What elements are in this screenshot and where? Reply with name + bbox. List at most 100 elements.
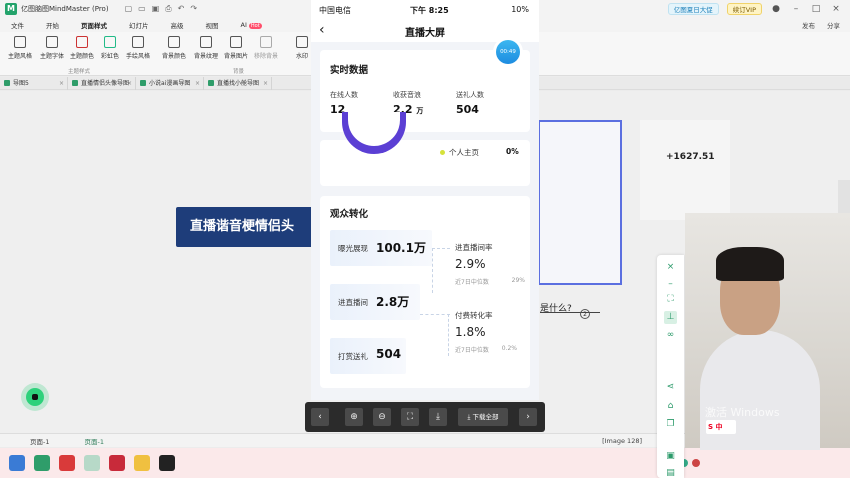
theme-style-button[interactable]: 主题风格 xyxy=(2,36,38,60)
publish-button[interactable]: 发布 xyxy=(802,20,815,30)
app-task-icon[interactable] xyxy=(159,455,175,471)
menu-page-style[interactable]: 页面样式 xyxy=(70,20,118,33)
remove-bg-button[interactable]: 移除背景 xyxy=(248,36,284,60)
app-task-icon[interactable] xyxy=(84,455,100,471)
hot-badge: Hot xyxy=(248,23,262,29)
menu-ai-label: AI xyxy=(240,21,247,29)
share-button[interactable]: 分享 xyxy=(827,20,840,30)
tool-label: 背景图片 xyxy=(223,53,248,60)
live-timer-badge[interactable]: 00:49 xyxy=(496,40,520,64)
prev-image-icon[interactable]: ‹ xyxy=(311,408,329,426)
menu-advanced[interactable]: 高级 xyxy=(160,20,195,30)
summer-sale-button[interactable]: 亿图夏日大促 xyxy=(667,3,719,15)
phone-time: 下午 8:25 xyxy=(410,6,449,15)
book-icon[interactable]: ▤ xyxy=(664,467,677,478)
undo-icon[interactable]: ↶ xyxy=(178,4,185,14)
fit-screen-icon[interactable]: ⛶ xyxy=(401,408,419,426)
image-label: [Image 128] xyxy=(602,436,642,445)
tool-label: 主题风格 xyxy=(7,53,32,60)
tray-icon[interactable] xyxy=(692,459,700,467)
taskbar xyxy=(0,448,850,478)
app-logo-icon: M xyxy=(5,3,17,15)
carrier: 中国电信 xyxy=(319,6,351,15)
open-folder-icon[interactable]: ▭ xyxy=(138,4,146,14)
app-task-icon[interactable] xyxy=(109,455,125,471)
image-icon[interactable]: ▣ xyxy=(664,450,677,463)
renew-vip-button[interactable]: 续订VIP xyxy=(726,3,762,15)
bg-color-button[interactable]: 背景颜色 xyxy=(156,36,192,60)
minimize-icon[interactable]: – xyxy=(790,4,802,14)
maximize-icon[interactable]: □ xyxy=(810,4,822,14)
font-icon xyxy=(46,36,58,48)
pin-icon[interactable]: ⊥ xyxy=(664,311,677,324)
phone-nav-bar: ‹ 直播大屏 xyxy=(311,20,539,42)
mindmap-file-icon xyxy=(140,80,146,86)
hand-drawn-button[interactable]: 手绘风格 xyxy=(120,36,156,60)
new-file-icon[interactable]: ▢ xyxy=(125,4,133,14)
download-icon[interactable]: ⤓ xyxy=(429,408,447,426)
close-tab-icon[interactable]: × xyxy=(127,77,132,90)
doc-tab[interactable]: 小说ai漫画导图 × xyxy=(136,76,204,90)
embedded-phone-image[interactable] xyxy=(538,120,622,285)
funnel-step-enter: 进直播间 2.8万 xyxy=(330,284,420,320)
wps-task-icon[interactable] xyxy=(59,455,75,471)
home-icon[interactable]: ⌂ xyxy=(664,400,677,413)
doc-tab-label: 直播找小舱导图 xyxy=(217,79,260,87)
page-tab[interactable]: 页面-1 xyxy=(84,436,103,446)
folder-task-icon[interactable] xyxy=(134,455,150,471)
doc-tab[interactable]: 导图5 × xyxy=(0,76,68,90)
image-viewer-toolbar: ‹ ⊕ ⊖ ⛶ ⤓ ⤓ 下载全部 › xyxy=(305,402,545,432)
dash-line xyxy=(432,248,433,293)
minimize-icon[interactable]: – xyxy=(664,278,677,291)
menu-view[interactable]: 视图 xyxy=(195,20,230,30)
close-tab-icon[interactable]: × xyxy=(59,77,64,90)
doc-tab[interactable]: 直播找小舱导图 × xyxy=(204,76,272,90)
central-topic[interactable]: 直播谐音梗情侣头 xyxy=(176,207,316,247)
close-tab-icon[interactable]: × xyxy=(195,77,200,90)
subtopic-number-badge[interactable]: 2 xyxy=(580,309,590,319)
doc-tab[interactable]: 直播情侣头像导图 × xyxy=(68,76,136,90)
menu-file[interactable]: 文件 xyxy=(0,20,35,30)
menu-slides[interactable]: 幻灯片 xyxy=(118,20,160,30)
fullscreen-icon[interactable]: ⛶ xyxy=(664,293,677,306)
page-select[interactable]: 页面-1 xyxy=(30,436,49,446)
phone-page-title: 直播大屏 xyxy=(405,28,445,39)
rate-median-label: 近7日中位数 xyxy=(455,347,489,354)
tool-label: 移除背景 xyxy=(253,53,278,60)
tool-label: 水印 xyxy=(295,53,308,60)
collapse-icon[interactable]: ⋖ xyxy=(664,381,677,394)
rate-label: 进直播间率 xyxy=(455,243,493,252)
funnel-value: 100.1万 xyxy=(376,241,426,255)
close-tab-icon[interactable]: × xyxy=(263,77,268,90)
floating-record-button[interactable] xyxy=(26,388,44,406)
watermark-icon xyxy=(296,36,308,48)
ime-indicator[interactable]: S 中 xyxy=(706,420,736,434)
next-image-icon[interactable]: › xyxy=(519,408,537,426)
avatar[interactable]: ● xyxy=(770,4,782,14)
redo-icon[interactable]: ↷ xyxy=(190,4,197,14)
menu-home[interactable]: 开始 xyxy=(35,20,70,30)
save-icon[interactable]: ▣ xyxy=(152,4,160,14)
link-icon[interactable]: ∞ xyxy=(664,329,677,342)
rate-median-value: 0.2% xyxy=(501,345,517,352)
close-icon[interactable]: × xyxy=(830,4,842,14)
mindmaster-task-icon[interactable] xyxy=(34,455,50,471)
zoom-in-icon[interactable]: ⊕ xyxy=(345,408,363,426)
activation-watermark: 激活 Windows xyxy=(705,406,780,419)
copy-icon[interactable]: ❐ xyxy=(664,418,677,431)
menu-ai[interactable]: AI Hot xyxy=(230,21,273,29)
embedded-image[interactable]: +1627.51 xyxy=(640,120,730,220)
rate-median: 0.2% 近7日中位数 xyxy=(455,345,517,354)
rate-paid: 付费转化率 1.8% 0.2% 近7日中位数 xyxy=(455,310,517,354)
zoom-out-icon[interactable]: ⊖ xyxy=(373,408,391,426)
close-icon[interactable]: × xyxy=(664,261,677,274)
stat-gifters: 送礼人数 504 xyxy=(456,90,484,116)
rate-median-value: 29% xyxy=(511,277,525,284)
legend-dot-icon xyxy=(440,150,445,155)
pie-chart-slice xyxy=(342,112,406,154)
print-icon[interactable]: ⎙ xyxy=(165,4,171,14)
doc-tab-label: 直播情侣头像导图 xyxy=(81,79,130,87)
download-all-button[interactable]: ⤓ 下载全部 xyxy=(458,408,508,426)
start-icon[interactable] xyxy=(9,455,25,471)
stat-label: 收获音浪 xyxy=(393,91,421,99)
